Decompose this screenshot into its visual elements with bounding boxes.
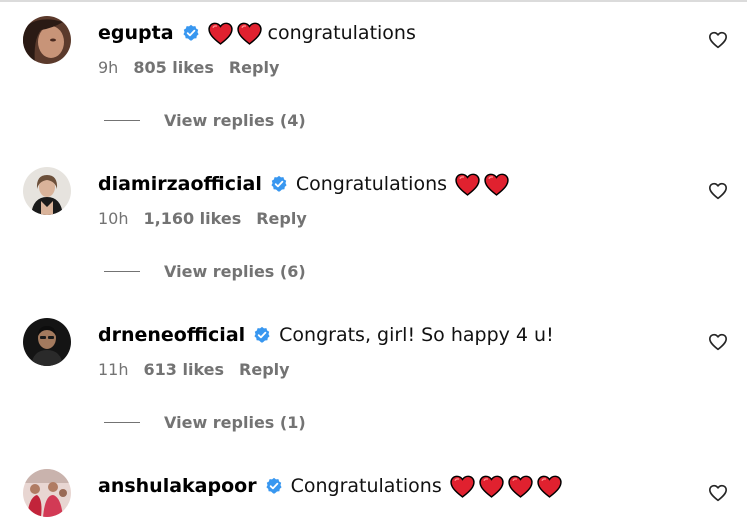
like-heart-icon[interactable] — [708, 182, 728, 200]
comment-item: diamirzaofficial Congratulations 10h 1,16… — [0, 151, 747, 302]
username-link[interactable]: diamirzaofficial — [98, 173, 262, 195]
red-heart-emoji — [484, 173, 509, 196]
username-link[interactable]: drneneofficial — [98, 324, 245, 346]
avatar[interactable] — [23, 469, 71, 517]
verified-badge-icon — [182, 24, 200, 42]
comment-line: diamirzaofficial Congratulations — [98, 169, 513, 199]
replies-divider — [104, 271, 140, 272]
like-heart-icon[interactable] — [708, 333, 728, 351]
verified-badge-icon — [253, 326, 271, 344]
likes-count[interactable]: 613 likes — [144, 360, 225, 379]
view-replies-label: View replies (6) — [164, 262, 306, 281]
likes-count[interactable]: 1,160 likes — [144, 209, 242, 228]
avatar[interactable] — [23, 16, 71, 64]
comment-line: egupta congratulations — [98, 18, 416, 48]
view-replies-button[interactable]: View replies (4) — [104, 111, 306, 130]
replies-divider — [104, 422, 140, 423]
comment-item: anshulakapoor Congratulations — [0, 453, 747, 519]
comment-line: anshulakapoor Congratulations — [98, 471, 566, 501]
red-heart-emoji — [450, 475, 475, 498]
view-replies-button[interactable]: View replies (1) — [104, 413, 306, 432]
reply-button[interactable]: Reply — [229, 58, 280, 77]
comment-meta: 11h 613 likes Reply — [98, 360, 305, 379]
avatar[interactable] — [23, 318, 71, 366]
likes-count[interactable]: 805 likes — [133, 58, 214, 77]
heart-emoji-group — [207, 22, 266, 45]
comment-item: egupta congratulations 9h 805 likes Reply … — [0, 0, 747, 151]
view-replies-label: View replies (4) — [164, 111, 306, 130]
comment-line: drneneofficial Congrats, girl! So happy … — [98, 320, 554, 350]
verified-badge-icon — [270, 175, 288, 193]
red-heart-emoji — [537, 475, 562, 498]
like-heart-icon[interactable] — [708, 31, 728, 49]
reply-button[interactable]: Reply — [239, 360, 290, 379]
comment-time[interactable]: 11h — [98, 360, 129, 379]
comment-text: Congratulations — [295, 173, 448, 195]
comment-time[interactable]: 10h — [98, 209, 129, 228]
red-heart-emoji — [207, 22, 233, 45]
username-link[interactable]: anshulakapoor — [98, 475, 257, 497]
view-replies-button[interactable]: View replies (6) — [104, 262, 306, 281]
like-heart-icon[interactable] — [708, 484, 728, 502]
red-heart-emoji — [479, 475, 504, 498]
comment-text: congratulations — [267, 22, 416, 44]
comment-time[interactable]: 9h — [98, 58, 118, 77]
comment-text: Congrats, girl! So happy 4 u! — [279, 324, 554, 346]
comment-meta: 10h 1,160 likes Reply — [98, 209, 322, 228]
heart-emoji-group — [450, 475, 566, 498]
verified-badge-icon — [265, 477, 283, 495]
view-replies-label: View replies (1) — [164, 413, 306, 432]
red-heart-emoji — [455, 173, 480, 196]
reply-button[interactable]: Reply — [256, 209, 307, 228]
avatar[interactable] — [23, 167, 71, 215]
red-heart-emoji — [236, 22, 262, 45]
username-link[interactable]: egupta — [98, 22, 174, 44]
comment-text: Congratulations — [290, 475, 442, 497]
heart-emoji-group — [455, 173, 513, 196]
comment-item: drneneofficial Congrats, girl! So happy … — [0, 302, 747, 453]
comment-meta: 9h 805 likes Reply — [98, 58, 294, 77]
replies-divider — [104, 120, 140, 121]
red-heart-emoji — [508, 475, 533, 498]
